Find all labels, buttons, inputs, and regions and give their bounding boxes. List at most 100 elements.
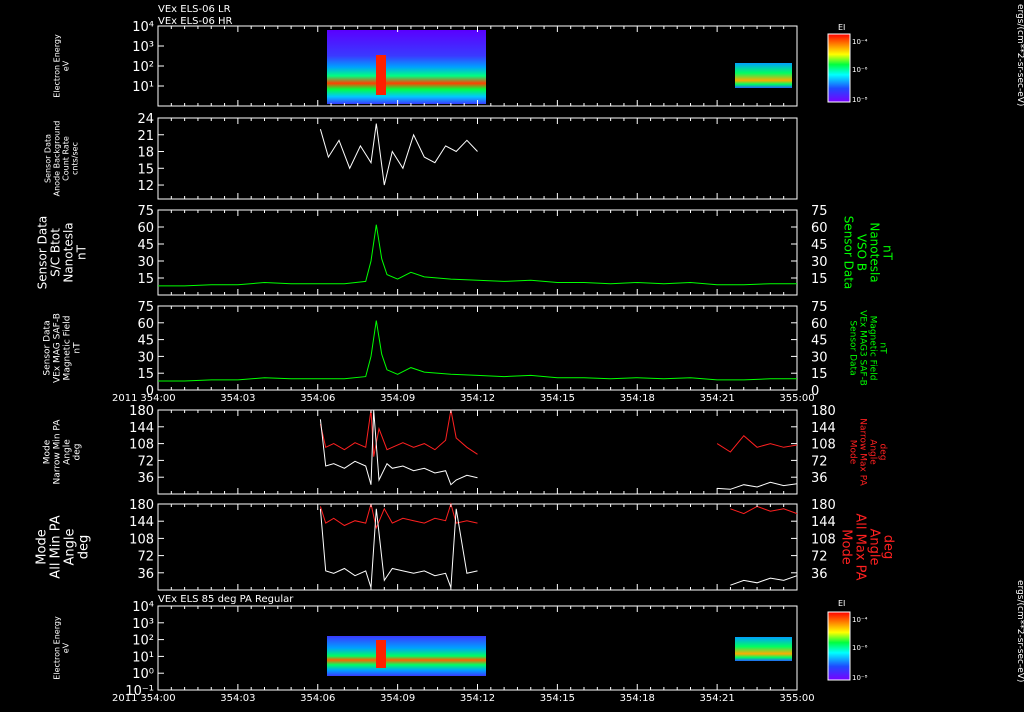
time-tick-label: 354:18 — [620, 393, 655, 404]
panel1-data-block-2 — [735, 63, 792, 88]
panel2-ylabel-line: Sensor Data — [44, 134, 53, 183]
time-axis-year: 2011 — [112, 693, 137, 704]
panel5-ytick-label-right: 36 — [811, 471, 828, 486]
time-tick-label: 354:06 — [300, 393, 335, 404]
panel7-ylabel-line: eV — [62, 642, 71, 653]
panel5-ylabel-line: Narrow Min PA — [53, 419, 63, 485]
panel1-spectrogram — [327, 30, 792, 104]
time-tick-label: 354:15 — [540, 393, 575, 404]
panel4-ytick-label-right: 45 — [811, 334, 828, 349]
panel4-ytick-label: 15 — [137, 367, 154, 382]
panel4-ytick-label: 30 — [137, 350, 154, 365]
panel3-ytick-label: 15 — [137, 272, 154, 287]
panel4-ytick-label: 60 — [137, 317, 154, 332]
time-tick-label: 354:09 — [380, 393, 415, 404]
colorbar-top-label: EI — [838, 23, 845, 32]
panel6-series-0-segment — [319, 502, 478, 530]
panel6-ytick-label: 72 — [137, 550, 154, 565]
panel3-ytick-label-right: 15 — [811, 272, 828, 287]
time-tick-label: 354:03 — [220, 693, 255, 704]
panel4-ylabel-line: Sensor Data — [43, 320, 53, 375]
panel5-ytick-label: 108 — [129, 438, 154, 453]
panel7-burst-mark — [376, 640, 386, 668]
time-axis-year: 2011 — [112, 393, 137, 404]
panel7-data-block-2 — [735, 637, 792, 661]
colorbar-top: EI 10⁻⁴ 10⁻⁶ 10⁻⁸ ergs/(cm**2-sr-sec-eV) — [827, 4, 1024, 106]
panel1-data-block-1 — [327, 30, 486, 104]
colorbar-bottom: EI 10⁻⁴ 10⁻⁶ 10⁻⁸ ergs/(cm**2-sr-sec-eV) — [827, 580, 1024, 682]
panel5-ytick-label: 36 — [137, 471, 154, 486]
panel2-frame — [157, 117, 798, 200]
time-tick-label: 355:00 — [779, 393, 814, 404]
panel7-ytick-label: 10⁰ — [132, 667, 154, 682]
panel3-ytick-label: 75 — [137, 204, 154, 219]
panel3-ytick-label-right: 75 — [811, 204, 828, 219]
colorbar-top-tick-3: 10⁻⁸ — [852, 96, 868, 104]
panel6-ytick-label: 36 — [137, 567, 154, 582]
panel4-ytick-label-right: 75 — [811, 300, 828, 315]
panel6-ylabel-line: All Min PA — [49, 515, 64, 578]
panel3-ylabel-line: Nanotesla — [62, 222, 76, 282]
panel3-ylabel-line: S/C Btot — [49, 228, 63, 277]
panel5-ytick-label-right: 144 — [811, 421, 836, 436]
panel4-ytick-label-right: 30 — [811, 350, 828, 365]
panel6-ytick-label-right: 144 — [811, 515, 836, 530]
panel7-ytick-label: 10² — [132, 634, 154, 649]
time-tick-label: 354:15 — [540, 693, 575, 704]
panel2-series-0 — [319, 123, 478, 186]
panel1-ylabel-line: Electron Energy — [53, 34, 62, 98]
panel2-ylabel-line: cnts/sec — [71, 142, 80, 175]
panel5-series-1-segment — [319, 409, 478, 486]
time-tick-label: 354:12 — [460, 693, 495, 704]
panel4-ylabel-right-line: Sensor Data — [848, 320, 858, 375]
panel5-ylabel-line: Mode — [43, 439, 53, 464]
panel6-ylabel-line: Angle — [63, 529, 78, 566]
panel1-burst-mark — [376, 55, 386, 95]
panel6-ylabel-right-line: All Max PA — [853, 513, 868, 580]
time-tick-label: 354:03 — [220, 393, 255, 404]
panel2-ytick-label: 18 — [137, 146, 154, 161]
panel4-ylabel-line: nT — [73, 342, 83, 354]
panel5-ylabel-line: deg — [73, 444, 83, 461]
colorbar-top-unit: ergs/(cm**2-sr-sec-eV) — [1015, 4, 1024, 106]
panel1-ylabel-line: eV — [62, 60, 71, 71]
panel6-ytick-label-right: 180 — [811, 498, 836, 513]
panel4-ylabel-right-line: Magnetic Field — [868, 316, 878, 381]
panel3-ytick-label-right: 60 — [811, 221, 828, 236]
multi-panel-chart: VEx ELS-06 LR VEx ELS-06 HR VEx ELS 85 d… — [35, 4, 1024, 704]
colorbar-bottom-unit: ergs/(cm**2-sr-sec-eV) — [1015, 580, 1024, 682]
panel3-ytick-label: 45 — [137, 238, 154, 253]
panel7-ytick-label: 10³ — [132, 617, 154, 632]
panel5-ytick-label: 72 — [137, 454, 154, 469]
panel6-ytick-label: 144 — [129, 515, 154, 530]
panel5-ytick-label: 144 — [129, 421, 154, 436]
panel3-ylabel-right-line: Nanotesla — [868, 222, 882, 282]
panel3-ytick-label-right: 30 — [811, 255, 828, 270]
panel2-ylabel-line: Count Rate — [62, 136, 71, 181]
time-tick-label: 354:21 — [700, 693, 735, 704]
panel1-ytick-label: 10⁴ — [132, 20, 154, 35]
panel6-series-1 — [730, 575, 798, 586]
panel2-ytick-label: 12 — [137, 179, 154, 194]
panel5-series-0 — [716, 434, 798, 453]
panel5-ylabel-right-line: Angle — [868, 439, 878, 465]
colorbar-bottom-tick-3: 10⁻⁸ — [852, 674, 868, 682]
panel3-ylabel-right-line: nT — [881, 245, 895, 261]
panel5-ylabel-right-line: Mode — [848, 440, 858, 465]
time-tick-label: 354:09 — [380, 693, 415, 704]
panel3-ytick-label: 60 — [137, 221, 154, 236]
panel4-ytick-label-right: 60 — [811, 317, 828, 332]
panel5-ytick-label-right: 72 — [811, 454, 828, 469]
panel4-ylabel-line: Magnetic Field — [63, 316, 73, 381]
panel4-ylabel-right-line: nT — [878, 342, 888, 354]
time-tick-label: 354:00 — [140, 393, 175, 404]
colorbar-top-tick-2: 10⁻⁶ — [852, 66, 868, 74]
panel2-ytick-label: 24 — [137, 112, 154, 127]
colorbar-bottom-tick-2: 10⁻⁶ — [852, 644, 868, 652]
panel7-spectrogram — [327, 636, 792, 676]
panel7-title: VEx ELS 85 deg PA Regular — [158, 594, 294, 605]
panel6-ytick-label-right: 36 — [811, 567, 828, 582]
panel6-ytick-label-right: 108 — [811, 532, 836, 547]
colorbar-bottom-label: EI — [838, 599, 845, 608]
panel5-frame — [157, 409, 798, 495]
